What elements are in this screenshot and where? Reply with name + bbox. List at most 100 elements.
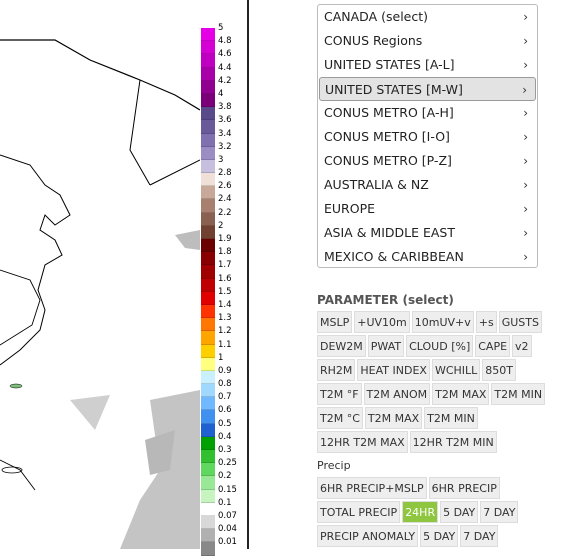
parameter-heading: PARAMETER (select): [317, 293, 563, 307]
colorbar-label: 2: [218, 220, 224, 231]
colorbar-label: 2.8: [218, 168, 232, 179]
island-outline: [9, 383, 23, 389]
colorbar-cell: 1.4: [201, 300, 232, 319]
region-menu-item[interactable]: UNITED STATES [A-L] ›: [319, 53, 536, 77]
colorbar-label: 1.4: [218, 299, 232, 310]
colorbar-label: 2.4: [218, 194, 232, 205]
colorbar-label: 5: [218, 23, 224, 33]
parameter-button[interactable]: T2M MIN: [424, 407, 478, 429]
colorbar-cell: 0.2: [201, 471, 232, 490]
colorbar-cell: 2.6: [201, 181, 232, 200]
button-row: 6HR PRECIP+MSLP 6HR PRECIP: [317, 477, 563, 501]
parameter-button[interactable]: +s: [475, 311, 497, 333]
region-menu-item[interactable]: MEXICO & CARIBBEAN ›: [319, 245, 536, 269]
colorbar-cell: 4.8: [201, 36, 232, 55]
colorbar-label: 2.6: [218, 181, 232, 192]
parameter-button[interactable]: 24HR: [402, 501, 439, 523]
parameter-button[interactable]: MSLP: [317, 311, 353, 333]
colorbar-label: 0.1: [218, 497, 232, 508]
region-menu-item[interactable]: UNITED STATES [M-W] ›: [319, 77, 536, 101]
parameter-button[interactable]: +UV10m: [354, 311, 410, 333]
button-row: DEW2M PWAT CLOUD [%] CAPE v2: [317, 335, 563, 359]
colorbar-label: 0.6: [218, 405, 232, 416]
colorbar-label: 0.5: [218, 418, 232, 429]
region-menu-item[interactable]: AUSTRALIA & NZ ›: [319, 173, 536, 197]
parameter-button[interactable]: 5 DAY: [440, 501, 479, 523]
colorbar-label: 0.15: [218, 484, 237, 495]
colorbar-label: 0.25: [218, 458, 237, 469]
parameter-button[interactable]: 850T: [482, 359, 517, 381]
region-menu-item[interactable]: EUROPE ›: [319, 197, 536, 221]
colorbar-label: 4.2: [218, 75, 232, 86]
region-menu-item[interactable]: ASIA & MIDDLE EAST ›: [319, 221, 536, 245]
colorbar-cell: 1.2: [201, 326, 232, 345]
region-menu-item[interactable]: CONUS METRO [P-Z] ›: [319, 149, 536, 173]
colorbar-label: 1: [218, 352, 224, 363]
parameter-button[interactable]: TOTAL PRECIP: [317, 501, 401, 523]
parameter-button[interactable]: CLOUD [%]: [406, 335, 474, 357]
parameter-button[interactable]: 12HR T2M MAX: [317, 431, 408, 453]
parameter-select-link[interactable]: (select): [402, 293, 453, 307]
parameter-button[interactable]: T2M °C: [317, 407, 363, 429]
colorbar-cell: 1: [201, 353, 223, 371]
colorbar-cell: 0.4: [201, 432, 232, 450]
parameter-section: PARAMETER (select) MSLP +UV10m 10mUV+v +s GU…: [317, 293, 563, 549]
chevron-right-icon: ›: [523, 178, 528, 192]
region-menu-item[interactable]: CONUS Regions ›: [319, 29, 536, 53]
region-menu-item[interactable]: CANADA (select) ›: [319, 5, 536, 29]
colorbar-cell: 1.3: [201, 313, 232, 332]
region-menu-item[interactable]: CONUS METRO [I-O] ›: [319, 125, 536, 149]
parameter-button[interactable]: RH2M: [317, 359, 356, 381]
colorbar-cell: 0.25: [201, 458, 237, 477]
colorbar-label: 1.3: [218, 313, 232, 324]
colorbar-label: 4.4: [218, 62, 232, 73]
parameter-button[interactable]: GUSTS: [498, 311, 542, 333]
colorbar-cell: 2: [201, 221, 223, 239]
parameter-button[interactable]: CAPE: [475, 335, 511, 357]
button-row: 12HR T2M MAX 12HR T2M MIN: [317, 431, 563, 455]
region-menu-item-label: CONUS METRO [I-O]: [324, 129, 450, 144]
parameter-button[interactable]: T2M MIN: [491, 383, 546, 405]
parameter-button[interactable]: T2M ANOM: [363, 383, 431, 405]
colorbar-label: 0.9: [218, 365, 232, 376]
colorbar-label: 4: [218, 88, 224, 99]
colorbar-cell: 0.6: [201, 405, 232, 424]
parameter-title: PARAMETER: [317, 293, 399, 307]
precip-colorbar: 5 4.8 4.6 4.4 4.2 4 3.8 3.6 3.4 3.2 3 2.8 2.6 2.4 2.2 2…: [201, 23, 237, 556]
parameter-button[interactable]: 6HR PRECIP: [428, 477, 500, 499]
parameter-button[interactable]: 7 DAY: [460, 525, 499, 547]
colorbar-label: 0.7: [218, 392, 232, 403]
colorbar-label: 4.8: [218, 36, 232, 47]
region-menu-item[interactable]: CONUS METRO [A-H] ›: [319, 101, 536, 125]
button-row: T2M °C T2M MAX T2M MIN: [317, 407, 563, 431]
parameter-button[interactable]: PWAT: [367, 335, 405, 357]
region-menu-item-label: MEXICO & CARIBBEAN: [324, 249, 464, 264]
button-row: PRECIP ANOMALY 5 DAY 7 DAY: [317, 525, 563, 549]
parameter-button[interactable]: 5 DAY: [420, 525, 459, 547]
parameter-button[interactable]: v2: [512, 335, 532, 357]
colorbar-label: 3.4: [218, 128, 232, 139]
colorbar-label: 1.8: [218, 247, 232, 258]
parameter-button[interactable]: 12HR T2M MIN: [409, 431, 497, 453]
parameter-button[interactable]: HEAT INDEX: [357, 359, 430, 381]
colorbar-label: 1.5: [218, 286, 232, 297]
colorbar-label: 0.04: [218, 524, 237, 535]
parameter-button[interactable]: 7 DAY: [480, 501, 519, 523]
region-menu-item-label: CONUS METRO [P-Z]: [324, 153, 452, 168]
colorbar-cell: 4.2: [201, 76, 232, 94]
parameter-button[interactable]: PRECIP ANOMALY: [317, 525, 419, 547]
region-menu-item-label: ASIA & MIDDLE EAST: [324, 225, 455, 240]
parameter-button[interactable]: WCHILL: [431, 359, 481, 381]
parameter-button[interactable]: T2M MAX: [364, 407, 423, 429]
chevron-right-icon: ›: [522, 83, 527, 97]
region-menu-item-label: UNITED STATES [M-W]: [325, 82, 463, 97]
parameter-button[interactable]: T2M °F: [317, 383, 362, 405]
parameter-button[interactable]: 6HR PRECIP+MSLP: [317, 477, 427, 499]
parameter-button[interactable]: T2M MAX: [432, 383, 490, 405]
colorbar-cell: 2.2: [201, 208, 232, 226]
colorbar-cell: 1.6: [201, 274, 232, 292]
button-row: RH2M HEAT INDEX WCHILL 850T: [317, 359, 563, 383]
parameter-button[interactable]: 10mUV+v: [411, 311, 474, 333]
parameter-button[interactable]: DEW2M: [317, 335, 366, 357]
colorbar-cell: 4: [201, 89, 223, 108]
